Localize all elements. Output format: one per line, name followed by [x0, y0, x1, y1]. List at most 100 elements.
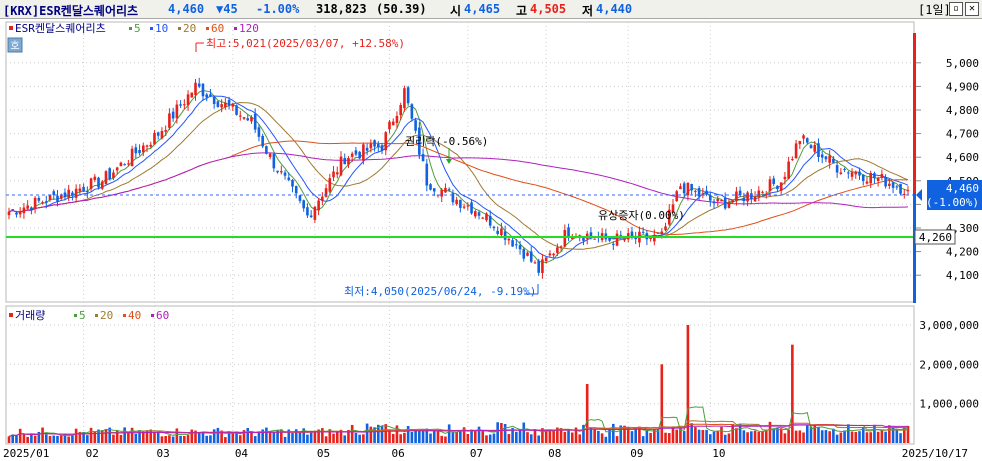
candle-body[interactable]: [556, 247, 559, 253]
candle-body[interactable]: [205, 94, 209, 98]
volume-bar[interactable]: [71, 435, 74, 443]
candle-body[interactable]: [406, 87, 410, 104]
candle-body[interactable]: [317, 200, 320, 211]
candle-body[interactable]: [149, 144, 153, 147]
candle-body[interactable]: [447, 189, 451, 191]
candle-body[interactable]: [216, 101, 220, 107]
candle-body[interactable]: [720, 200, 723, 202]
volume-bar[interactable]: [899, 433, 902, 443]
candle-body[interactable]: [511, 240, 514, 247]
candle-body[interactable]: [287, 177, 291, 181]
candle-body[interactable]: [481, 217, 485, 219]
candle-body[interactable]: [612, 243, 615, 245]
candle-body[interactable]: [18, 211, 22, 215]
volume-bar[interactable]: [324, 436, 328, 443]
volume-bar[interactable]: [515, 431, 518, 443]
candle-body[interactable]: [473, 211, 477, 217]
volume-bar[interactable]: [682, 431, 686, 443]
volume-ma-legend-20[interactable]: 20: [100, 309, 113, 322]
candle-body[interactable]: [541, 259, 544, 274]
volume-bar[interactable]: [403, 432, 406, 443]
candle-body[interactable]: [294, 186, 298, 194]
volume-bar[interactable]: [884, 431, 887, 443]
volume-bar[interactable]: [533, 429, 537, 443]
volume-bar[interactable]: [876, 431, 880, 443]
candle-body[interactable]: [332, 171, 335, 178]
candle-body[interactable]: [895, 186, 899, 188]
candle-body[interactable]: [89, 178, 93, 189]
candle-body[interactable]: [869, 173, 873, 184]
candle-body[interactable]: [119, 162, 123, 167]
volume-bar[interactable]: [362, 434, 365, 443]
candle-body[interactable]: [776, 185, 779, 190]
candle-body[interactable]: [302, 200, 305, 209]
volume-bar[interactable]: [664, 432, 667, 443]
candle-body[interactable]: [533, 262, 537, 264]
volume-bar[interactable]: [697, 429, 701, 443]
volume-bar[interactable]: [597, 430, 600, 443]
candle-body[interactable]: [425, 163, 429, 186]
candle-body[interactable]: [906, 190, 910, 192]
candle-body[interactable]: [26, 205, 29, 209]
candle-body[interactable]: [686, 182, 690, 196]
volume-bar[interactable]: [600, 433, 604, 443]
candle-body[interactable]: [459, 199, 462, 208]
volume-bar[interactable]: [253, 436, 257, 443]
volume-bar[interactable]: [444, 436, 447, 443]
candle-body[interactable]: [477, 212, 481, 216]
candle-body[interactable]: [395, 115, 399, 123]
candle-body[interactable]: [321, 196, 324, 201]
volume-bar[interactable]: [306, 434, 309, 443]
candle-body[interactable]: [112, 172, 115, 179]
candle-body[interactable]: [306, 207, 309, 216]
candle-body[interactable]: [768, 179, 772, 191]
volume-bar[interactable]: [750, 431, 753, 443]
candle-body[interactable]: [876, 177, 880, 182]
volume-bar[interactable]: [190, 429, 194, 443]
candle-body[interactable]: [328, 178, 332, 192]
volume-bar[interactable]: [104, 428, 108, 443]
candle-body[interactable]: [403, 88, 406, 109]
volume-bar[interactable]: [156, 432, 160, 443]
volume-bar[interactable]: [675, 429, 679, 443]
volume-bar[interactable]: [391, 433, 395, 443]
candle-body[interactable]: [723, 197, 727, 209]
volume-ma-legend-40[interactable]: 40: [128, 309, 141, 322]
candle-body[interactable]: [888, 183, 891, 186]
volume-bar[interactable]: [522, 422, 526, 443]
volume-bar[interactable]: [127, 432, 130, 443]
volume-bar[interactable]: [488, 434, 492, 443]
volume-bar[interactable]: [701, 429, 705, 443]
volume-bar[interactable]: [720, 426, 723, 443]
volume-bar[interactable]: [48, 436, 52, 443]
candle-body[interactable]: [563, 229, 567, 247]
candle-body[interactable]: [727, 202, 731, 208]
candle-body[interactable]: [391, 121, 395, 126]
volume-bar[interactable]: [224, 437, 227, 443]
candle-body[interactable]: [183, 104, 186, 106]
volume-bar[interactable]: [380, 426, 384, 443]
candle-body[interactable]: [86, 191, 89, 193]
restore-icon[interactable]: ▫: [949, 2, 963, 16]
candle-body[interactable]: [410, 104, 414, 119]
volume-bar[interactable]: [608, 428, 611, 443]
ma-legend-10[interactable]: 10: [155, 22, 168, 35]
candle-body[interactable]: [582, 237, 585, 241]
volume-bar[interactable]: [7, 436, 11, 443]
candle-body[interactable]: [220, 104, 223, 108]
candle-body[interactable]: [246, 118, 250, 121]
candle-body[interactable]: [324, 188, 328, 197]
candle-body[interactable]: [141, 145, 145, 153]
volume-bar[interactable]: [526, 432, 529, 443]
volume-bar[interactable]: [436, 430, 440, 443]
candle-body[interactable]: [679, 186, 682, 190]
candle-body[interactable]: [880, 174, 884, 178]
volume-bar[interactable]: [41, 427, 44, 443]
volume-bar[interactable]: [850, 431, 854, 443]
candle-body[interactable]: [567, 227, 570, 237]
volume-bar[interactable]: [746, 432, 749, 443]
candle-body[interactable]: [548, 253, 552, 256]
candle-body[interactable]: [761, 191, 764, 193]
volume-bar[interactable]: [529, 434, 533, 443]
candle-body[interactable]: [201, 83, 205, 97]
